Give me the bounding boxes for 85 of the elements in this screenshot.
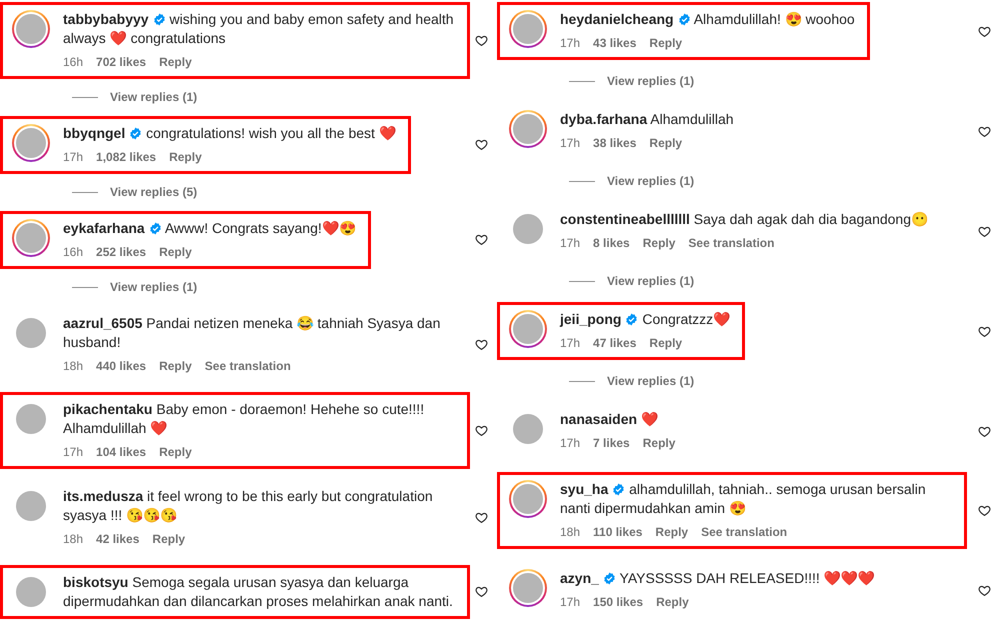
avatar[interactable] (509, 310, 547, 348)
comment-time: 18h (560, 524, 580, 541)
like-heart-icon[interactable] (475, 585, 488, 598)
like-heart-icon[interactable] (978, 324, 991, 338)
likes-link[interactable]: 104 likes (96, 443, 146, 462)
comment-text: tabbybabyyy wishing you and baby emon safety and health always ❤ congratulations (63, 10, 455, 48)
see-translation-link[interactable]: See translation (688, 234, 774, 252)
view-replies-link[interactable]: View replies (1) (110, 278, 198, 296)
comment-time: 18h (63, 530, 84, 548)
comment-time: 17h (560, 335, 580, 352)
view-replies-link[interactable]: View replies (1) (607, 372, 694, 390)
comment-text: its.medusza it feel wrong to be this early but congratulation syasya !!! 😘😘😘 (63, 486, 434, 524)
reply-link[interactable]: Reply (159, 53, 192, 71)
comment-time: 17h (63, 148, 84, 166)
like-heart-icon[interactable] (475, 510, 488, 524)
comment-time: 18h (63, 358, 84, 375)
comment-time: 16h (63, 244, 84, 261)
see-translation-link[interactable]: See translation (701, 523, 788, 541)
reply-link[interactable]: Reply (159, 356, 192, 375)
like-heart-icon[interactable] (475, 424, 488, 438)
reply-link[interactable]: Reply (649, 334, 682, 352)
reply-link[interactable]: Reply (642, 234, 676, 252)
reply-link[interactable]: Reply (655, 523, 688, 541)
view-replies-link[interactable]: View replies (1) (607, 172, 694, 190)
comment-text: biskotsyu Semoga segala urusan syasya dan keluarga dipermudahkan dan dilancarkan proses melahirkan anak nanti. (63, 572, 454, 611)
likes-link[interactable]: 110 likes (593, 523, 642, 541)
reply-link[interactable]: Reply (656, 593, 689, 611)
reply-link[interactable]: Reply (649, 134, 682, 152)
likes-link[interactable]: 702 likes (96, 53, 146, 71)
likes-link[interactable]: 252 likes (96, 242, 146, 261)
likes-link[interactable]: 38 likes (593, 134, 636, 152)
like-heart-icon[interactable] (978, 584, 991, 596)
comment-time: 16h (63, 54, 84, 71)
comment-text: pikachentaku Baby emon - doraemon! Hehehe so cute!!!! Alhamdulillah ❤ (63, 400, 426, 438)
avatar[interactable] (509, 569, 547, 607)
likes-link[interactable]: 42 likes (96, 530, 140, 548)
comment-time: 17h (560, 435, 580, 452)
avatar[interactable] (12, 218, 50, 257)
comment-time: 17h (560, 35, 580, 52)
comment-text: dyba.farhana Alhamdulillah (560, 110, 734, 129)
like-heart-icon[interactable] (978, 124, 991, 138)
likes-link[interactable]: 47 likes (593, 334, 636, 352)
view-replies-link[interactable]: View replies (1) (607, 72, 694, 90)
comment-time: 17h (560, 594, 580, 611)
comment-time: 17h (560, 235, 580, 252)
like-heart-icon[interactable] (475, 338, 488, 351)
comment-text: heydanielcheang Alhamdulillah! 😍 woohoo (560, 10, 855, 29)
reply-link[interactable]: Reply (152, 530, 186, 548)
comment-text: nanasaiden ❤ (560, 410, 659, 429)
like-heart-icon[interactable] (475, 233, 488, 246)
view-replies-link[interactable]: View replies (1) (110, 88, 198, 106)
comment-time: 17h (63, 444, 84, 462)
comment-time: 17h (560, 135, 580, 152)
comment-text: constentineabelllllll Saya dah agak dah dia bagandong😶 (560, 210, 928, 229)
reply-link[interactable]: Reply (159, 443, 192, 462)
comment-text: azyn_ YAYSSSSS DAH RELEASED!!!! ❤❤❤ (560, 569, 875, 588)
reply-link[interactable]: Reply (649, 34, 682, 52)
reply-link[interactable]: Reply (159, 242, 192, 261)
comment-text: jeii_pong Congratzzz❤ (560, 310, 730, 329)
comment-text: syu_ha alhamdulillah, tahniah.. semoga urusan bersalin nanti dipermudahkan amin 😍 (560, 480, 927, 518)
like-heart-icon[interactable] (978, 24, 991, 38)
comment-text: eykafarhana Awww! Congrats sayang!❤😍 (63, 218, 356, 238)
like-heart-icon[interactable] (978, 424, 991, 438)
avatar[interactable] (12, 10, 50, 48)
view-replies-link[interactable]: View replies (1) (607, 272, 694, 290)
see-translation-link[interactable]: See translation (204, 356, 291, 375)
view-replies-link[interactable]: View replies (5) (110, 183, 198, 202)
reply-link[interactable]: Reply (642, 434, 676, 452)
avatar[interactable] (12, 124, 50, 162)
likes-link[interactable]: 43 likes (593, 34, 636, 52)
like-heart-icon[interactable] (978, 504, 991, 517)
avatar[interactable] (509, 10, 547, 48)
likes-link[interactable]: 1,082 likes (96, 148, 156, 166)
avatar[interactable] (509, 110, 547, 148)
likes-link[interactable]: 8 likes (593, 234, 630, 252)
like-heart-icon[interactable] (475, 138, 488, 152)
likes-link[interactable]: 7 likes (593, 434, 630, 452)
like-heart-icon[interactable] (475, 34, 488, 47)
comment-text: bbyqngel congratulations! wish you all the best ❤ (63, 124, 396, 143)
likes-link[interactable]: 440 likes (96, 356, 146, 375)
avatar[interactable] (509, 480, 547, 518)
comment-text: aazrul_6505 Pandai netizen meneka 😂 tahniah Syasya dan husband! (63, 314, 442, 352)
likes-link[interactable]: 150 likes (593, 593, 644, 611)
reply-link[interactable]: Reply (169, 148, 202, 166)
like-heart-icon[interactable] (978, 224, 991, 238)
